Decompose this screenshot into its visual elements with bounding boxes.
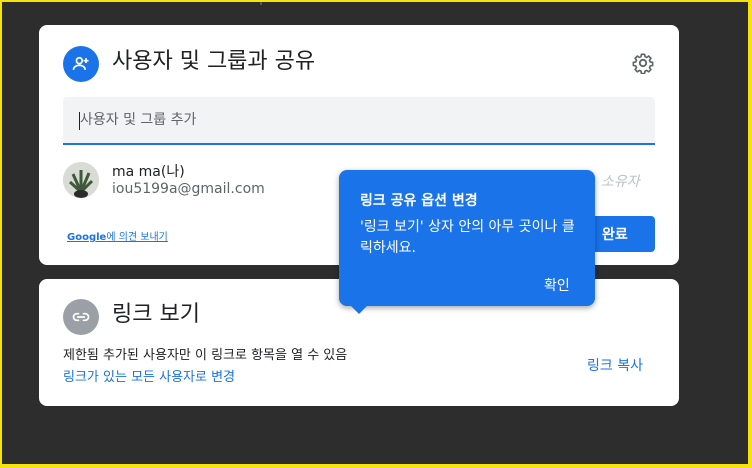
done-button[interactable]: 완료 bbox=[588, 216, 655, 252]
owner-role-label: 소유자 bbox=[601, 174, 640, 190]
feedback-text: 에 의견 보내기 bbox=[106, 232, 168, 243]
tooltip-body: '링크 보기' 상자 안의 아무 곳이나 클릭하세요. bbox=[360, 219, 575, 256]
add-people-field[interactable] bbox=[63, 97, 655, 145]
copy-link-button[interactable]: 링크 복사 bbox=[587, 355, 643, 375]
tooltip-ok-button[interactable]: 확인 bbox=[544, 275, 570, 295]
feedback-brand: Google bbox=[67, 232, 107, 243]
feedback-link[interactable]: Google에 의견 보내기 bbox=[67, 228, 168, 243]
link-title: 링크 보기 bbox=[112, 302, 200, 327]
link-icon bbox=[63, 299, 99, 335]
user-email: iou5199a@gmail.com bbox=[112, 181, 265, 197]
tooltip-arrow bbox=[351, 306, 367, 314]
user-name: ma ma(나) bbox=[112, 164, 185, 180]
tooltip-title: 링크 공유 옵션 변경 bbox=[360, 193, 478, 209]
restriction-text: 제한됨 추가된 사용자만 이 링크로 항목을 열 수 있음 bbox=[63, 348, 348, 363]
avatar bbox=[63, 162, 99, 198]
tooltip: 링크 공유 옵션 변경 '링크 보기' 상자 안의 아무 곳이나 클릭하세요. … bbox=[339, 170, 595, 314]
gear-icon[interactable] bbox=[631, 51, 655, 75]
person-add-icon bbox=[63, 46, 99, 82]
add-people-input[interactable] bbox=[80, 97, 640, 143]
divider bbox=[260, 2, 262, 5]
change-access-link[interactable]: 링크가 있는 모든 사용자로 변경 bbox=[63, 366, 235, 385]
share-title: 사용자 및 그룹과 공유 bbox=[112, 49, 316, 74]
